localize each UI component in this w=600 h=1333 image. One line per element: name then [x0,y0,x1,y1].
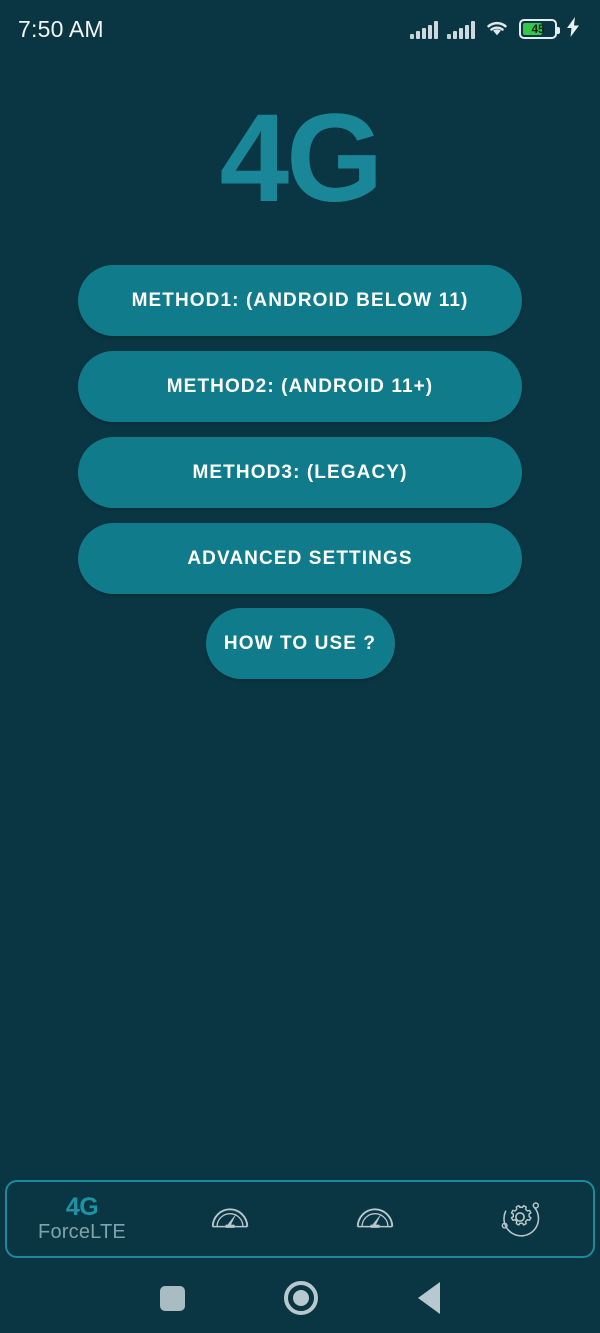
status-bar-clock: 7:50 AM [18,15,104,42]
status-bar: 7:50 AM 45 [0,0,600,58]
bottom-tab-bar: 4G ForceLTE [5,1180,595,1258]
brand-tab[interactable]: 4G ForceLTE [7,1194,157,1244]
speed-test-2-tab[interactable] [302,1182,447,1256]
speed-test-1-tab[interactable] [157,1182,302,1256]
battery-level-label: 45 [531,22,545,36]
battery-icon: 45 [519,19,560,39]
android-navigation-bar [0,1263,600,1333]
phone-screen: 7:50 AM 45 4G METHOD1: (ANDROID BELOW 11… [0,0,600,1333]
cellular-signal-icon [410,20,438,39]
status-bar-icons: 45 [410,16,580,42]
gear-orbit-icon [497,1194,543,1245]
how-to-use-button[interactable]: HOW TO USE ? [205,608,395,679]
recents-square-icon[interactable] [159,1285,185,1311]
wifi-icon [484,17,510,42]
brand-subtitle: ForceLTE [38,1221,126,1244]
home-circle-icon[interactable] [284,1281,319,1315]
method-buttons-group: METHOD1: (ANDROID BELOW 11) METHOD2: (AN… [78,265,522,594]
settings-tab[interactable] [448,1182,593,1256]
help-button-container: HOW TO USE ? [0,608,600,679]
brand-title: 4G [65,1192,99,1221]
method2-button[interactable]: METHOD2: (ANDROID 11+) [78,351,522,422]
method3-button[interactable]: METHOD3: (LEGACY) [78,437,522,508]
speedometer-icon [207,1194,253,1245]
cellular-signal-icon [447,20,475,39]
back-triangle-icon[interactable] [418,1282,441,1314]
speedometer-icon [352,1194,398,1245]
charging-bolt-icon [566,16,580,42]
method1-button[interactable]: METHOD1: (ANDROID BELOW 11) [78,265,522,336]
advanced-settings-button[interactable]: ADVANCED SETTINGS [78,523,522,594]
app-logo: 4G [219,89,384,228]
